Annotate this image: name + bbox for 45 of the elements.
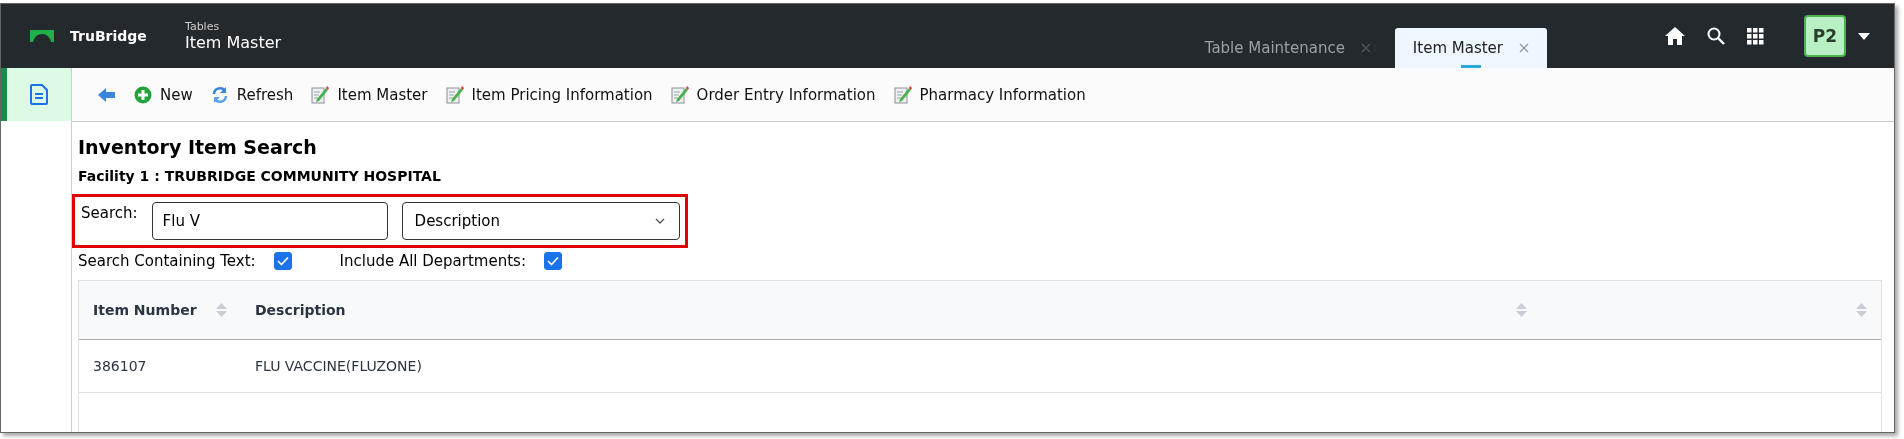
checkbox[interactable] — [273, 252, 292, 270]
table-row[interactable]: 386107 FLU VACCINE(FLUZONE) — [79, 340, 1881, 393]
table-cell: 386107 — [93, 358, 147, 374]
toolbar-button[interactable]: Refresh — [204, 81, 300, 108]
toolbar-button[interactable]: Pharmacy Information — [887, 81, 1092, 108]
tab[interactable]: Table Maintenance — [1186, 28, 1389, 68]
search-icon[interactable] — [1707, 27, 1725, 45]
checkmark-icon — [546, 256, 559, 266]
sidebar-item[interactable] — [1, 68, 71, 121]
table-cell: FLU VACCINE(FLUZONE) — [255, 358, 422, 374]
option-label: Include All Departments: — [339, 252, 526, 270]
column-header[interactable]: Item Number — [93, 302, 197, 318]
toolbar-button[interactable]: Order Entry Information — [664, 81, 882, 108]
refresh-icon — [210, 85, 229, 104]
search-label: Search: — [81, 203, 138, 222]
toolbar-button[interactable]: New — [128, 81, 199, 108]
close-icon[interactable] — [1519, 43, 1529, 53]
edit-form-icon — [670, 85, 689, 104]
brand-name: TruBridge — [70, 28, 147, 44]
search-field[interactable]: Flu V — [151, 202, 388, 240]
caret-icon[interactable] — [1858, 32, 1870, 40]
close-icon[interactable] — [1360, 43, 1371, 53]
facility-label: Facility 1 : TRUBRIDGE COMMUNITY HOSPITAL — [78, 168, 442, 184]
checkbox[interactable] — [543, 252, 562, 270]
toolbar-button[interactable]: Item Pricing Information — [439, 81, 659, 108]
column-header[interactable]: Description — [255, 302, 346, 318]
page-title: Item Master — [185, 33, 282, 52]
edit-form-icon — [893, 85, 912, 104]
option-label: Search Containing Text: — [78, 252, 256, 270]
chevron-down-icon — [654, 218, 665, 224]
apps-grid-icon[interactable] — [1747, 27, 1764, 45]
checkmark-icon — [276, 256, 289, 266]
plus-icon — [134, 85, 152, 104]
section-label: Tables — [185, 20, 221, 33]
logo-icon — [30, 30, 54, 42]
edit-form-icon — [311, 85, 330, 104]
arrow-left-icon — [98, 87, 116, 102]
user-avatar[interactable]: P2 — [1804, 15, 1846, 57]
tab[interactable]: Item Master — [1394, 28, 1547, 68]
toolbar-button[interactable]: Item Master — [305, 81, 434, 108]
document-icon — [30, 84, 48, 105]
search-by-dropdown[interactable]: Description — [401, 202, 680, 240]
home-icon[interactable] — [1665, 27, 1685, 45]
search-heading: Inventory Item Search — [78, 136, 318, 158]
edit-form-icon — [445, 85, 464, 104]
